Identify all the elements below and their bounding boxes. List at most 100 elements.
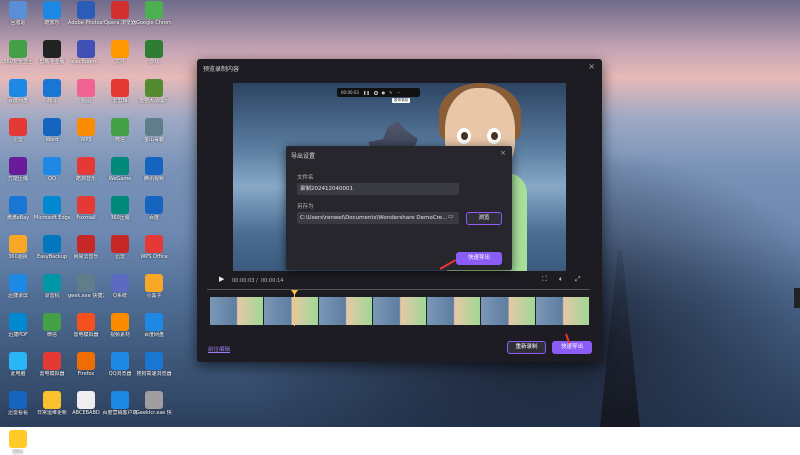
fit-icon[interactable]: ⛶ [542, 275, 547, 284]
desktop-icon[interactable]: 网易云音乐 [68, 235, 104, 260]
app-icon [43, 313, 61, 331]
desktop-icon[interactable]: GeekIcr.exe 快捷方式 [136, 391, 172, 416]
desktop-icon[interactable]: 翻译 [34, 79, 70, 104]
folder-icon[interactable]: ▭ [448, 213, 454, 220]
play-icon[interactable]: ▶ [219, 275, 224, 283]
desktop-icon[interactable]: 360安全卫士 [0, 40, 36, 65]
desktop-icon[interactable]: Q系统 [102, 274, 138, 299]
app-icon [111, 118, 129, 136]
desktop-icon[interactable]: 360画报 [0, 235, 36, 260]
desktop-icon[interactable]: 360压缩 [102, 196, 138, 221]
desktop-icon-label: 备忘 [12, 449, 23, 455]
desktop-icon[interactable]: 金山毒霸 [136, 118, 172, 143]
desktop-icon[interactable]: 视频素材 [102, 313, 138, 338]
desktop-icon[interactable]: 日常运维更新 [34, 391, 70, 416]
desktop-icon[interactable]: EasyBackup [34, 235, 70, 260]
desktop-icon[interactable]: 微信 [102, 118, 138, 143]
app-icon [111, 235, 129, 253]
desktop-icon[interactable]: 植物大战僵尸 [136, 79, 172, 104]
desktop-icon[interactable]: 腾讯视频 [136, 157, 172, 182]
desktop-icon[interactable]: Google Chrome [136, 1, 172, 26]
desktop-icon[interactable]: Opera 浏览器 [102, 1, 138, 26]
desktop-icon[interactable]: WPS [68, 118, 104, 143]
desktop-icon[interactable]: 备忘 [0, 430, 36, 455]
desktop-icon[interactable]: Microsoft Edge [34, 196, 70, 221]
desktop-icon[interactable]: 迅雷看看 [0, 391, 36, 416]
app-icon [43, 1, 61, 19]
desktop-icon[interactable]: 百度网盘 [136, 313, 172, 338]
quick-export-button[interactable]: 快速导出 [552, 341, 592, 354]
desktop-icon[interactable]: 小黑子 [136, 274, 172, 299]
desktop-icon[interactable]: ABCEBABD [68, 391, 104, 416]
desktop-icon[interactable]: 游戏 [136, 40, 172, 65]
desktop-icon[interactable]: Foxmail [68, 196, 104, 221]
desktop-icon[interactable]: WeGame [102, 157, 138, 182]
desktop-icon[interactable]: QQ [34, 157, 70, 182]
desktop-icon-label: Word [45, 137, 59, 143]
desktop-icon[interactable]: geek.exe 快捷方式 [68, 274, 104, 299]
desktop-icon[interactable]: 微信 [34, 313, 70, 338]
desktop-icon[interactable]: 文件 [102, 40, 138, 65]
desktop-icon[interactable]: 百度网盘 [0, 79, 36, 104]
desktop-icon[interactable]: 雷电模拟器 [68, 313, 104, 338]
desktop-icon-label: Adobe Photosho... [68, 20, 104, 26]
progress-track[interactable] [207, 289, 590, 290]
desktop-icon[interactable]: 录音机 [34, 274, 70, 299]
timeline-playhead[interactable] [294, 292, 295, 326]
filename-input[interactable] [297, 183, 459, 195]
timeline-thumbnails[interactable] [210, 297, 590, 325]
desktop-icon[interactable]: 迅捷录屏 [0, 274, 36, 299]
desktop-icon[interactable]: 万能压缩 [0, 157, 36, 182]
desktop-icon[interactable]: 雷电模拟器 [34, 352, 70, 377]
desktop-icon[interactable]: elecBoom... [68, 40, 104, 65]
desktop-icon[interactable]: 爱剪辑 [102, 79, 138, 104]
desktop-icon[interactable]: 搜狗高速浏览器 [136, 352, 172, 377]
pause-icon[interactable]: ❚❚ [363, 90, 370, 95]
pen-icon[interactable]: ✎ [389, 90, 392, 95]
desktop-icon[interactable]: 酷家乐 [34, 1, 70, 26]
desktop-icon[interactable]: 迅雷 [102, 235, 138, 260]
desktop-icon[interactable]: Firefox [68, 352, 104, 377]
save-path-input[interactable] [297, 212, 459, 224]
close-icon[interactable]: × [588, 62, 595, 71]
desktop-icon-label: geek.exe 快捷方式 [68, 293, 104, 299]
desktop-icon[interactable]: Word [34, 118, 70, 143]
app-icon [43, 391, 61, 409]
stop-icon[interactable] [373, 90, 378, 95]
desktop-icon-label: 百度网盘 [7, 98, 28, 104]
camera-icon[interactable]: ● [382, 90, 386, 95]
export-close-icon[interactable]: × [500, 149, 506, 157]
desktop-icon[interactable]: 迅雷 [0, 118, 36, 143]
desktop-icon-label: 金山毒霸 [143, 137, 164, 143]
app-icon [9, 196, 27, 214]
desktop-icon[interactable]: 百度营销客户端 [102, 391, 138, 416]
desktop-icon[interactable]: 此电脑 [0, 352, 36, 377]
app-icon [9, 1, 27, 19]
app-icon [43, 118, 61, 136]
desktop-icon[interactable]: QQ浏览器 [102, 352, 138, 377]
desktop-icon-label: 游戏 [148, 59, 159, 65]
browse-button[interactable]: 浏览 [466, 212, 502, 225]
desktop-icon[interactable]: 迅捷PDF [0, 313, 36, 338]
go-to-edit-link[interactable]: 前往编辑 [208, 345, 230, 353]
app-icon [145, 274, 163, 292]
desktop-icon[interactable]: Adobe Photosho... [68, 1, 104, 26]
desktop-icon[interactable]: 回收站 [0, 1, 36, 26]
app-icon [9, 274, 27, 292]
fullscreen-icon[interactable]: ⤢ [575, 275, 581, 284]
export-quick-export-button[interactable]: 快速导出 [456, 252, 502, 265]
player-controls: ▶ 00:00:03 / 00:00:14 ⛶ 🔈︎ ⤢ [197, 274, 602, 288]
volume-icon[interactable]: 🔈︎ [559, 275, 563, 284]
app-icon [145, 157, 163, 175]
desktop-icon[interactable]: 百度 [136, 196, 172, 221]
desktop-icon[interactable]: 酷狗音乐 [68, 157, 104, 182]
app-icon [43, 196, 61, 214]
desktop-icon[interactable]: 画图 [68, 79, 104, 104]
desktop-icon[interactable]: 剪映专业版 [34, 40, 70, 65]
more-icon[interactable]: ··· [397, 90, 401, 95]
desktop-icon[interactable]: 滴滴eBay [0, 196, 36, 221]
app-icon [145, 352, 163, 370]
re-record-button[interactable]: 重新录制 [507, 341, 546, 354]
current-time: 00:00:03 [232, 278, 255, 284]
desktop-icon[interactable]: WPS Office [136, 235, 172, 260]
